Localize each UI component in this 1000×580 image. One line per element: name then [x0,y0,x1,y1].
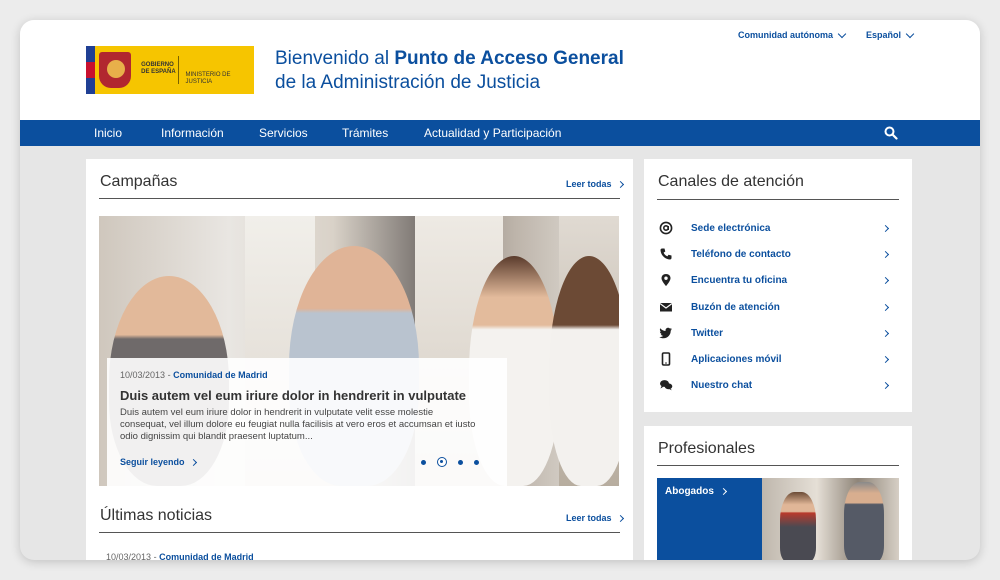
nav-item-inicio[interactable]: Inicio [94,126,122,140]
channel-chat[interactable]: Nuestro chat [658,375,900,395]
person-image [549,256,619,486]
campaign-carousel[interactable]: 10/03/2013 - Comunidad de Madrid Duis au… [99,216,619,486]
envelope-icon [658,299,674,315]
campaigns-read-all-label: Leer todas [566,179,612,189]
search-icon[interactable] [884,126,898,140]
carousel-dot-2-active[interactable] [437,457,447,467]
coat-of-arms-icon [99,52,132,88]
chevron-right-icon [881,355,890,363]
campaigns-read-all-link[interactable]: Leer todas [566,179,624,189]
campaigns-title: Campañas [100,173,178,190]
chat-icon [658,377,674,393]
slide-body: Duis autem vel eum iriure dolor in hendr… [120,407,476,442]
site-header: GOBIERNO DE ESPAÑA MINISTERIO DE JUSTICI… [20,20,980,120]
channel-sede-electronica[interactable]: Sede electrónica [658,218,900,238]
channels-title: Canales de atención [658,173,804,190]
channels-divider [657,199,899,200]
professionals-divider [657,465,899,466]
chevron-right-icon [881,329,890,337]
chevron-down-icon [837,29,847,38]
nav-item-informacion[interactable]: Información [161,126,224,140]
channel-label: Nuestro chat [691,379,753,391]
chevron-right-icon [881,381,890,389]
channel-oficina[interactable]: Encuentra tu oficina [658,270,900,290]
mobile-icon [658,351,674,367]
news-item-separator: - [153,552,157,560]
slide-meta: 10/03/2013 - Comunidad de Madrid [120,370,494,380]
flag-stripe [86,46,96,94]
chevron-right-icon [881,276,890,284]
chevron-right-icon [881,250,890,258]
slide-read-more-link[interactable]: Seguir leyendo [120,457,197,467]
channel-label: Sede electrónica [691,222,771,234]
slide-date: 10/03/2013 [120,370,166,380]
channel-label: Buzón de atención [691,301,780,313]
channel-label: Twitter [691,327,724,339]
channels-panel: Canales de atención Sede electrónica Tel… [644,159,912,412]
channel-apps[interactable]: Aplicaciones móvil [658,349,900,369]
channel-label: Teléfono de contacto [691,248,791,260]
news-read-all-label: Leer todas [566,513,612,523]
government-logo[interactable]: GOBIERNO DE ESPAÑA MINISTERIO DE JUSTICI… [86,46,254,94]
news-divider [99,532,620,533]
channel-label: Aplicaciones móvil [691,353,782,365]
map-pin-icon [658,272,674,288]
chevron-right-icon [616,180,624,188]
nav-item-tramites[interactable]: Trámites [342,126,388,140]
professionals-card-label: Abogados [665,486,714,497]
logo-government-text: GOBIERNO DE ESPAÑA [141,62,176,75]
channel-buzon[interactable]: Buzón de atención [658,297,900,317]
slide-caption: 10/03/2013 - Comunidad de Madrid Duis au… [107,358,507,486]
chevron-down-icon [905,29,915,38]
phone-icon [658,246,674,262]
site-title-prefix: Bienvenido al [275,48,395,69]
browser-frame: GOBIERNO DE ESPAÑA MINISTERIO DE JUSTICI… [20,20,980,560]
channel-label: Encuentra tu oficina [691,274,788,286]
site-title-bold: Punto de Acceso General [394,48,624,69]
nav-item-actualidad[interactable]: Actualidad y Participación [424,126,561,140]
slide-region[interactable]: Comunidad de Madrid [173,370,268,380]
region-select[interactable]: Comunidad autónoma [738,29,847,40]
main-nav: Inicio Información Servicios Trámites Ac… [20,120,980,146]
at-icon [658,220,674,236]
news-item-region[interactable]: Comunidad de Madrid [159,552,254,560]
language-select-label: Español [866,30,902,40]
site-title-line2: de la Administración de Justicia [275,72,541,93]
channel-telefono[interactable]: Teléfono de contacto [658,244,900,264]
professionals-panel: Profesionales Abogados [644,426,912,560]
nav-item-servicios[interactable]: Servicios [259,126,308,140]
carousel-dot-3[interactable] [458,459,463,465]
chevron-right-icon [719,487,727,496]
professionals-title: Profesionales [658,440,755,457]
channel-twitter[interactable]: Twitter [658,323,900,343]
site-title: Bienvenido al Punto de Acceso General de… [275,47,675,95]
chevron-right-icon [881,224,890,232]
news-item-meta: 10/03/2013 - Comunidad de Madrid [106,552,254,560]
professionals-card-abogados[interactable]: Abogados [657,478,762,560]
news-title: Últimas noticias [100,507,213,524]
carousel-dot-1[interactable] [421,459,426,465]
language-select[interactable]: Español [866,29,915,40]
campaigns-divider [99,198,620,199]
chevron-right-icon [189,458,197,466]
news-read-all-link[interactable]: Leer todas [566,513,624,523]
carousel-indicators [421,457,479,467]
carousel-dot-4[interactable] [474,459,479,465]
logo-ministry-text: MINISTERIO DE JUSTICIA [178,56,254,85]
region-select-label: Comunidad autónoma [738,30,833,40]
chevron-right-icon [616,514,624,522]
professionals-image [762,478,899,560]
slide-headline[interactable]: Duis autem vel eum iriure dolor in hendr… [120,388,494,403]
slide-meta-separator: - [167,370,171,380]
chevron-right-icon [881,303,890,311]
twitter-icon [658,325,674,341]
news-item-date: 10/03/2013 [106,552,152,560]
slide-read-more-label: Seguir leyendo [120,457,185,467]
